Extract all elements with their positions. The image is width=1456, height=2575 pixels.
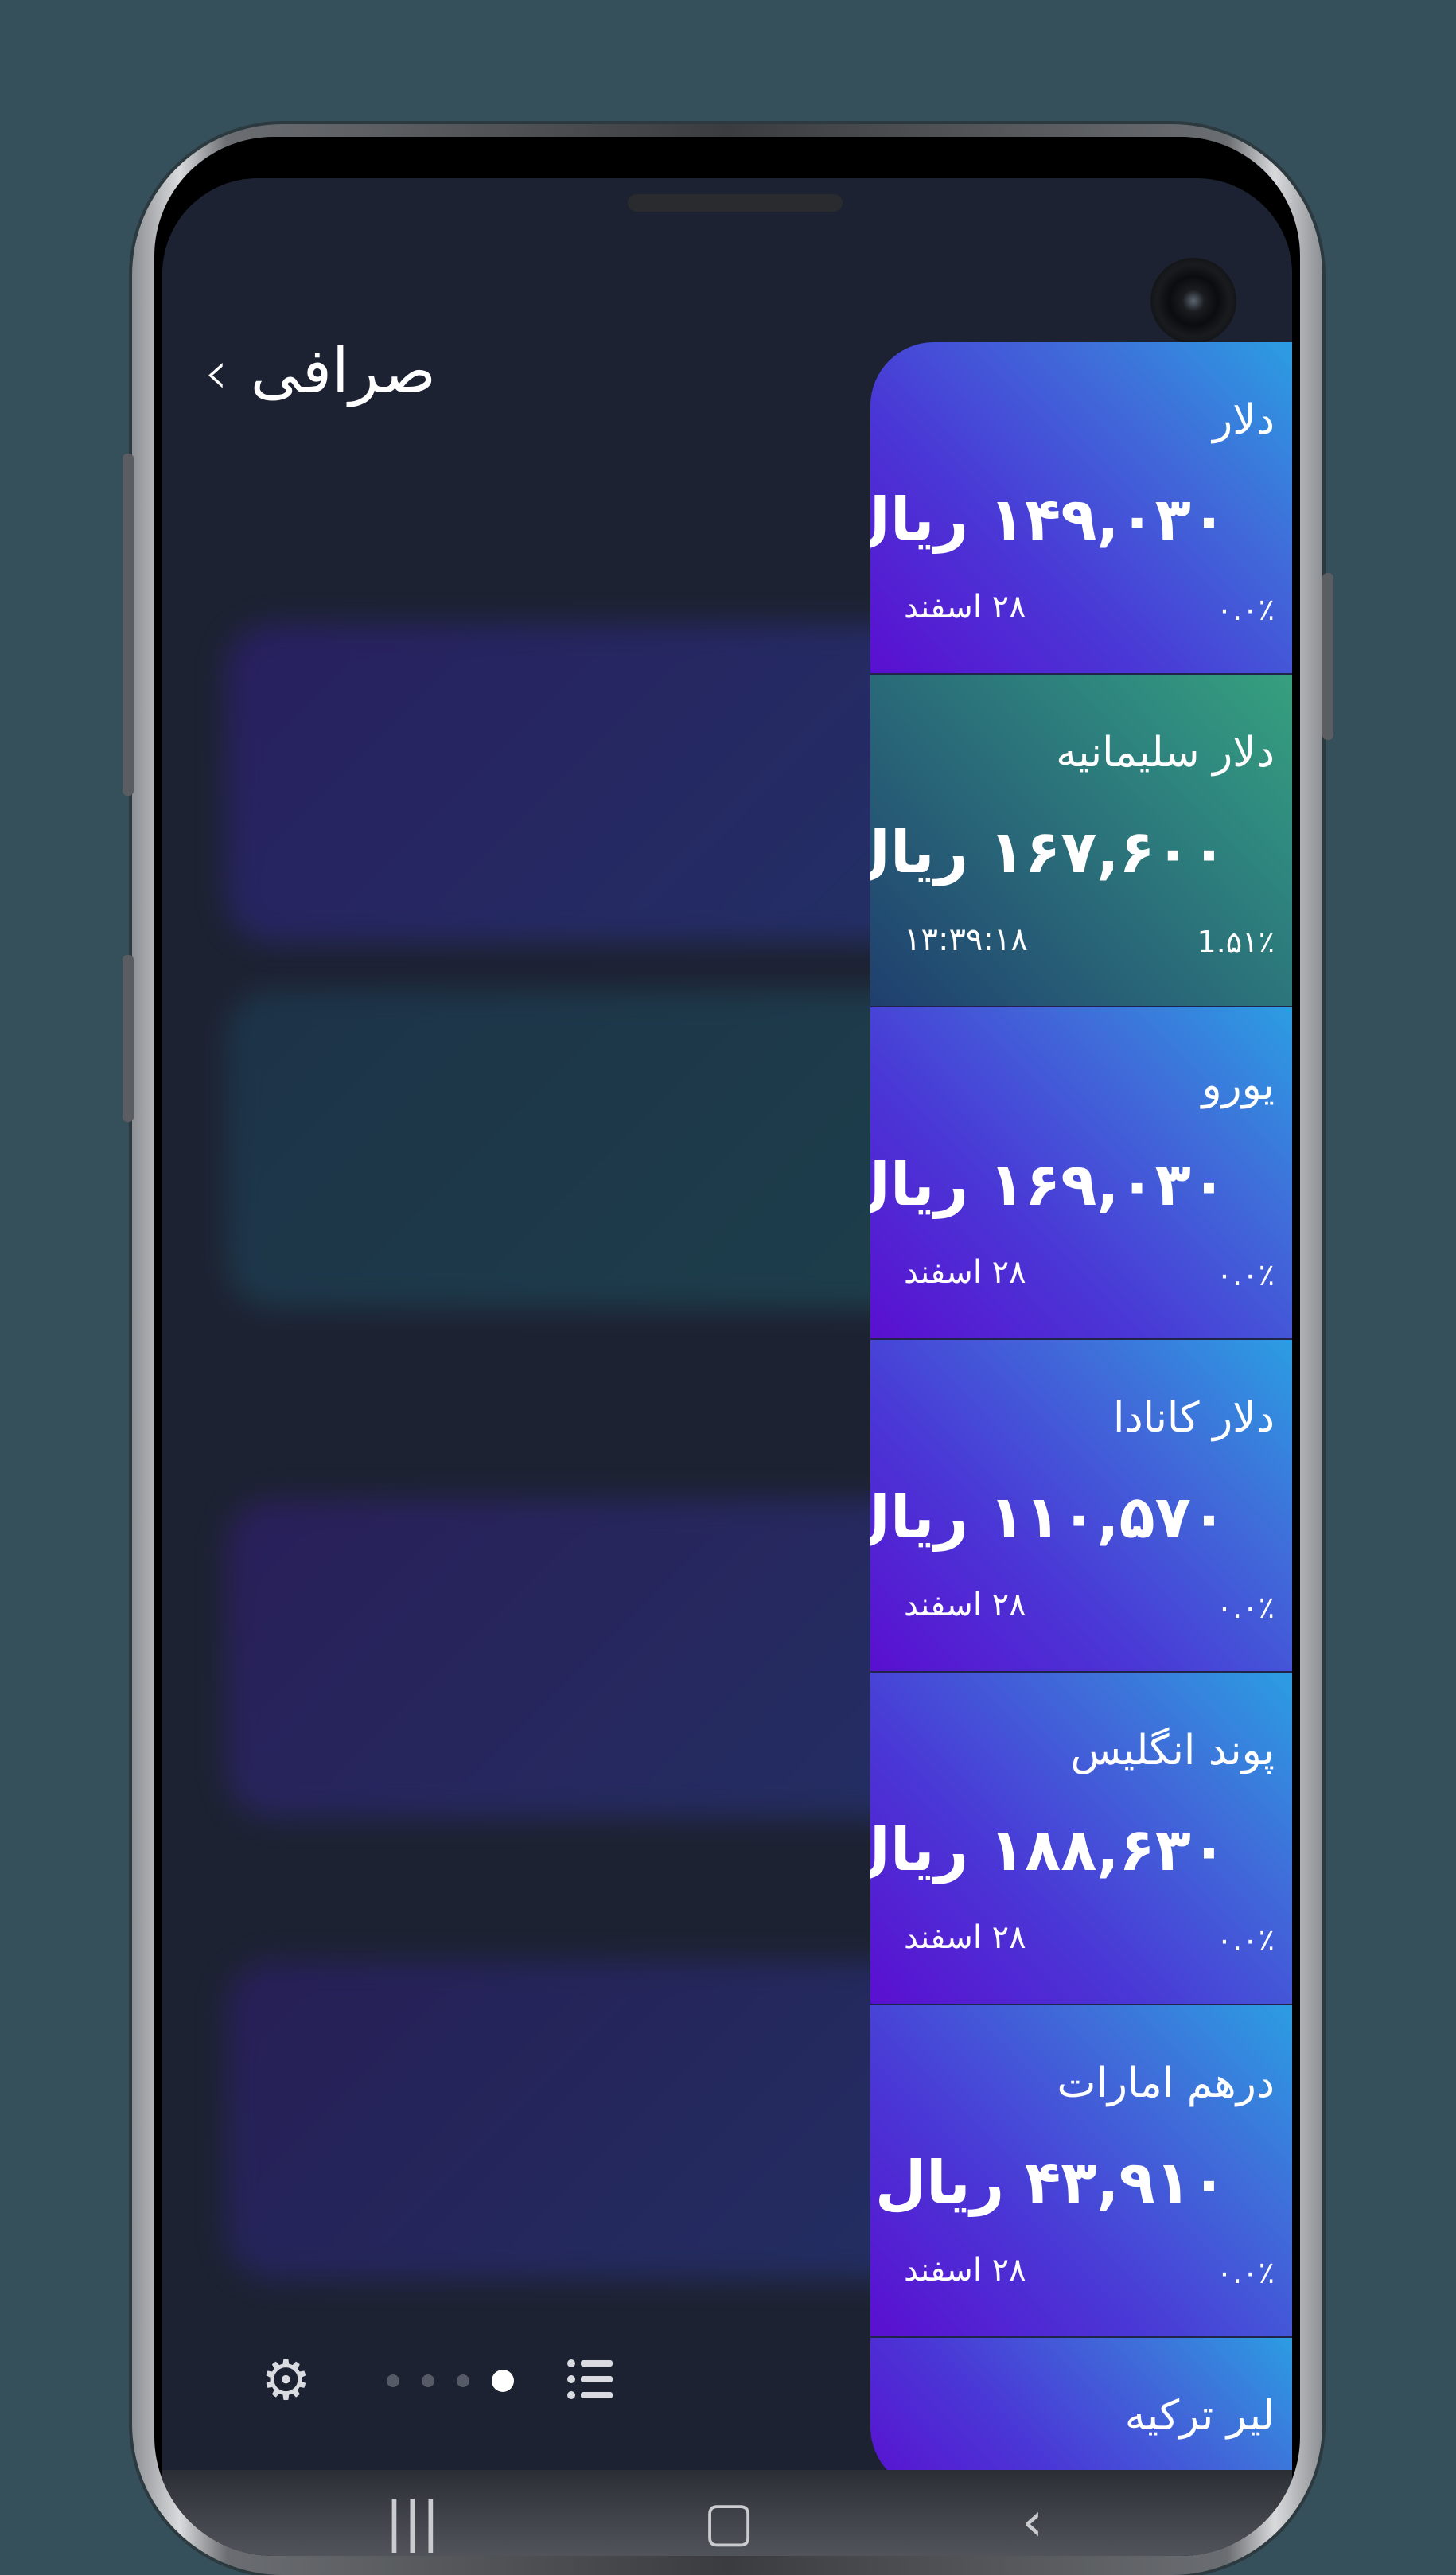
widget-title[interactable]: صرافی › <box>204 336 436 407</box>
earpiece-speaker <box>628 194 843 212</box>
currency-date: ۲۸ اسفند <box>904 589 1026 625</box>
page-indicator <box>387 2370 514 2392</box>
phone-screen: صرافی › دلار۱۴۹,۰۳۰ ریال۲۸ اسفند۰.۰٪دلار… <box>154 137 1300 2556</box>
widget-title-label: صرافی <box>250 336 436 407</box>
navigation-bar: ||| ▢ ‹ <box>162 2470 1292 2556</box>
currency-card[interactable]: یورو ۱۶۹,۰۳۰ ریال ۲۸ اسفند ۰.۰٪ <box>870 1007 1292 1340</box>
page-dot[interactable] <box>387 2374 399 2387</box>
volume-up-button <box>123 454 134 796</box>
currency-name: دلار <box>1213 396 1275 444</box>
currency-price: ۱۱۰,۵۷۰ ریال <box>870 1483 1227 1552</box>
currency-card[interactable]: پوند انگلیس ۱۸۸,۶۳۰ ریال ۲۸ اسفند ۰.۰٪ <box>870 1673 1292 2005</box>
bixby-button <box>123 955 134 1122</box>
chevron-left-icon: › <box>204 336 228 407</box>
currency-card[interactable]: دلار سلیمانیه ۱۶۷,۶۰۰ ریال ۱۳:۳۹:۱۸ 1.۵۱٪ <box>870 675 1292 1007</box>
currency-change: ۰.۰٪ <box>1216 592 1275 627</box>
currency-change: ۰.۰٪ <box>1216 1257 1275 1292</box>
currency-panel[interactable]: دلار ۱۴۹,۰۳۰ ریال ۲۸ اسفند ۰.۰٪ دلار سلیمانی… <box>870 342 1292 2491</box>
gear-icon[interactable]: ⚙ <box>261 2347 311 2413</box>
currency-card[interactable]: دلار ۱۴۹,۰۳۰ ریال ۲۸ اسفند ۰.۰٪ <box>870 342 1292 675</box>
page-dot[interactable] <box>492 2370 514 2392</box>
currency-name: درهم امارات <box>1057 2059 1275 2107</box>
currency-price: ۱۶۹,۰۳۰ ریال <box>870 1151 1227 1219</box>
currency-price: ۴۳,۹۱۰ ریال <box>874 2148 1227 2217</box>
page-dot[interactable] <box>422 2374 434 2387</box>
currency-date: ۲۸ اسفند <box>904 1587 1026 1623</box>
currency-date: ۲۸ اسفند <box>904 1254 1026 1291</box>
back-icon[interactable]: ‹ <box>1022 2491 1043 2554</box>
widget-toolbar: ⚙ <box>162 2343 1292 2422</box>
currency-name: دلار سلیمانیه <box>1056 729 1275 777</box>
currency-price: ۱۸۸,۶۳۰ ریال <box>870 1816 1227 1884</box>
currency-name: پوند انگلیس <box>1070 1727 1275 1774</box>
currency-change: ۰.۰٪ <box>1216 2255 1275 2290</box>
home-screen: صرافی › دلار۱۴۹,۰۳۰ ریال۲۸ اسفند۰.۰٪دلار… <box>162 178 1292 2556</box>
currency-name: دلار کانادا <box>1113 1394 1275 1442</box>
currency-name: یورو <box>1201 1062 1275 1109</box>
recents-icon[interactable]: ||| <box>385 2491 440 2554</box>
front-camera <box>1150 258 1236 344</box>
currency-date: ۱۳:۳۹:۱۸ <box>904 921 1028 958</box>
currency-card[interactable]: دلار کانادا ۱۱۰,۵۷۰ ریال ۲۸ اسفند ۰.۰٪ <box>870 1340 1292 1673</box>
power-button <box>1322 573 1333 740</box>
currency-change: ۰.۰٪ <box>1216 1590 1275 1625</box>
currency-price: ۱۶۷,۶۰۰ ریال <box>870 818 1227 886</box>
currency-date: ۲۸ اسفند <box>904 2252 1026 2289</box>
page-dot[interactable] <box>457 2374 469 2387</box>
currency-date: ۲۸ اسفند <box>904 1919 1026 1956</box>
currency-change: ۰.۰٪ <box>1216 1922 1275 1958</box>
home-icon[interactable]: ▢ <box>703 2491 754 2554</box>
currency-change: 1.۵۱٪ <box>1197 925 1275 960</box>
currency-price: ۱۴۹,۰۳۰ ریال <box>870 485 1227 554</box>
currency-card[interactable]: درهم امارات ۴۳,۹۱۰ ریال ۲۸ اسفند ۰.۰٪ <box>870 2005 1292 2338</box>
list-icon[interactable] <box>566 2357 614 2402</box>
